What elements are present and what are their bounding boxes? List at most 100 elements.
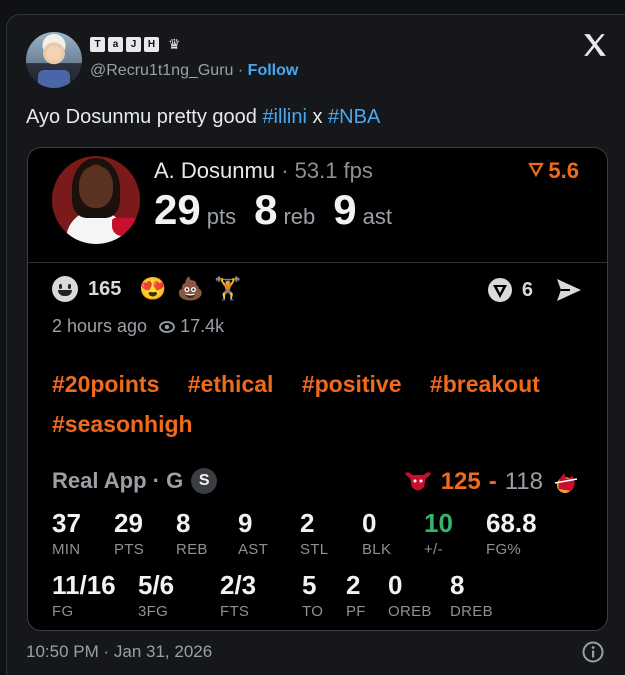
game-score: 125-118 [403,468,581,496]
name-letter-1: T [90,37,105,52]
tweet-text-part: Ayo Dosunmu pretty good [26,106,263,128]
x-logo-icon[interactable] [582,32,608,58]
box-to-label: TO [302,603,324,620]
box-fg-label: FG [52,603,74,620]
player-photo [52,156,140,244]
hashtag-link-illini[interactable]: #illini [262,106,306,128]
box-min-label: MIN [52,541,81,558]
views-value: 17.4k [180,316,225,336]
crown-icon: ♛ [168,36,181,52]
box-blk-value: 0 [362,508,377,538]
vote-count: 6 [521,278,533,301]
author-handle[interactable]: @Recru1t1ng_Guru [90,62,233,79]
box-3fg: 5/6 3FG [138,570,174,620]
reaction-count: 165 [88,277,122,300]
box-pf-label: PF [346,603,366,620]
box-fts-label: FTS [220,603,250,620]
views-count: 17.4k [159,316,224,337]
trend-icon [528,161,545,181]
source-row: Real App · G S [52,468,218,494]
weightlifter-emoji-icon[interactable]: 🏋 [214,276,241,302]
bulls-logo-icon [404,472,431,491]
hashtag-seasonhigh[interactable]: #seasonhigh [52,411,193,437]
author-display-name[interactable]: T a J H ♛ [90,36,181,53]
post-meta: 2 hours ago 17.4k [52,316,224,337]
box-dreb-value: 8 [450,570,465,600]
embedded-stat-card[interactable]: A. Dosunmu · 53.1 fps 5.6 29 pts 8 reb 9… [27,147,608,631]
box-pts: 29 PTS [114,508,144,558]
follow-button[interactable]: Follow [248,62,299,79]
hashtag-20points[interactable]: #20points [52,371,159,397]
box-blk-label: BLK [362,541,392,558]
box-fts-value: 2/3 [220,570,257,600]
box-to: 5 TO [302,570,323,620]
hashtag-breakout[interactable]: #breakout [430,371,540,397]
source-badge: S [191,468,218,494]
player-fps: · 53.1 fps [281,158,373,183]
hashtag-ethical[interactable]: #ethical [188,371,274,397]
box-reb-label: REB [176,541,208,558]
box-fg-pct: 68.8 FG% [486,508,537,558]
name-letter-2: a [108,37,123,52]
box-plus-minus: 10 +/- [424,508,453,558]
player-statline: 29 pts 8 reb 9 ast [154,186,410,234]
stat-rebounds-unit: reb [283,204,316,229]
posted-ago: 2 hours ago [52,316,148,336]
box-plus-minus-label: +/- [424,541,443,558]
handle-separator: · [237,62,244,79]
rating-badge: 5.6 [528,158,579,184]
box-oreb-value: 0 [388,570,403,600]
player-name-row: A. Dosunmu · 53.1 fps [154,158,373,184]
home-score: 125 [440,468,481,495]
stat-points-unit: pts [206,204,237,229]
away-score: 118 [504,468,543,495]
hashtag-positive[interactable]: #positive [302,371,402,397]
box-pts-label: PTS [114,541,145,558]
source-label: Real App · G [52,468,184,493]
card-hashtags: #20points #ethical #positive #breakout #… [52,364,592,444]
player-head [79,166,113,208]
box-blk: 0 BLK [362,508,391,558]
reaction-actions: 6 [486,276,583,304]
box-fg-value: 11/16 [52,570,116,600]
stat-rebounds-value: 8 [254,186,278,233]
tweet-timestamp[interactable]: 10:50 PM · Jan 31, 2026 [26,642,212,662]
name-letter-4: H [144,37,159,52]
author-handle-row: @Recru1t1ng_Guru · Follow [90,62,298,80]
poop-emoji-icon[interactable]: 💩 [177,276,204,302]
name-letter-3: J [126,37,141,52]
box-pts-value: 29 [114,508,143,538]
box-reb: 8 REB [176,508,208,558]
card-divider [28,262,607,263]
score-dash: - [488,468,497,495]
vote-icon[interactable] [486,276,514,304]
box-ast-value: 9 [238,508,253,538]
box-fg: 11/16 FG [52,570,116,620]
eye-icon [159,320,175,333]
tweet-text: Ayo Dosunmu pretty good #illini x #NBA [26,106,380,129]
box-pf-value: 2 [346,570,361,600]
heart-eyes-emoji-icon[interactable]: 😍 [139,276,166,302]
stat-points-value: 29 [154,186,201,233]
box-3fg-label: 3FG [138,603,169,620]
author-avatar[interactable] [26,32,82,88]
box-stl-value: 2 [300,508,315,538]
box-dreb: 8 DREB [450,570,493,620]
box-fts: 2/3 FTS [220,570,256,620]
box-stl-label: STL [300,541,329,558]
stat-assists-unit: ast [362,204,392,229]
box-stl: 2 STL [300,508,328,558]
info-icon[interactable] [582,641,604,663]
share-send-icon[interactable] [555,277,583,303]
box-pf: 2 PF [346,570,366,620]
hashtag-link-nba[interactable]: #NBA [328,106,380,128]
box-min: 37 MIN [52,508,81,558]
box-to-value: 5 [302,570,317,600]
box-oreb: 0 OREB [388,570,432,620]
box-fg-pct-value: 68.8 [486,508,537,538]
box-ast: 9 AST [238,508,268,558]
add-reaction-icon[interactable] [52,276,78,302]
tweet-text-part: x [306,106,329,128]
avatar-scarf [38,70,70,88]
box-reb-value: 8 [176,508,191,538]
